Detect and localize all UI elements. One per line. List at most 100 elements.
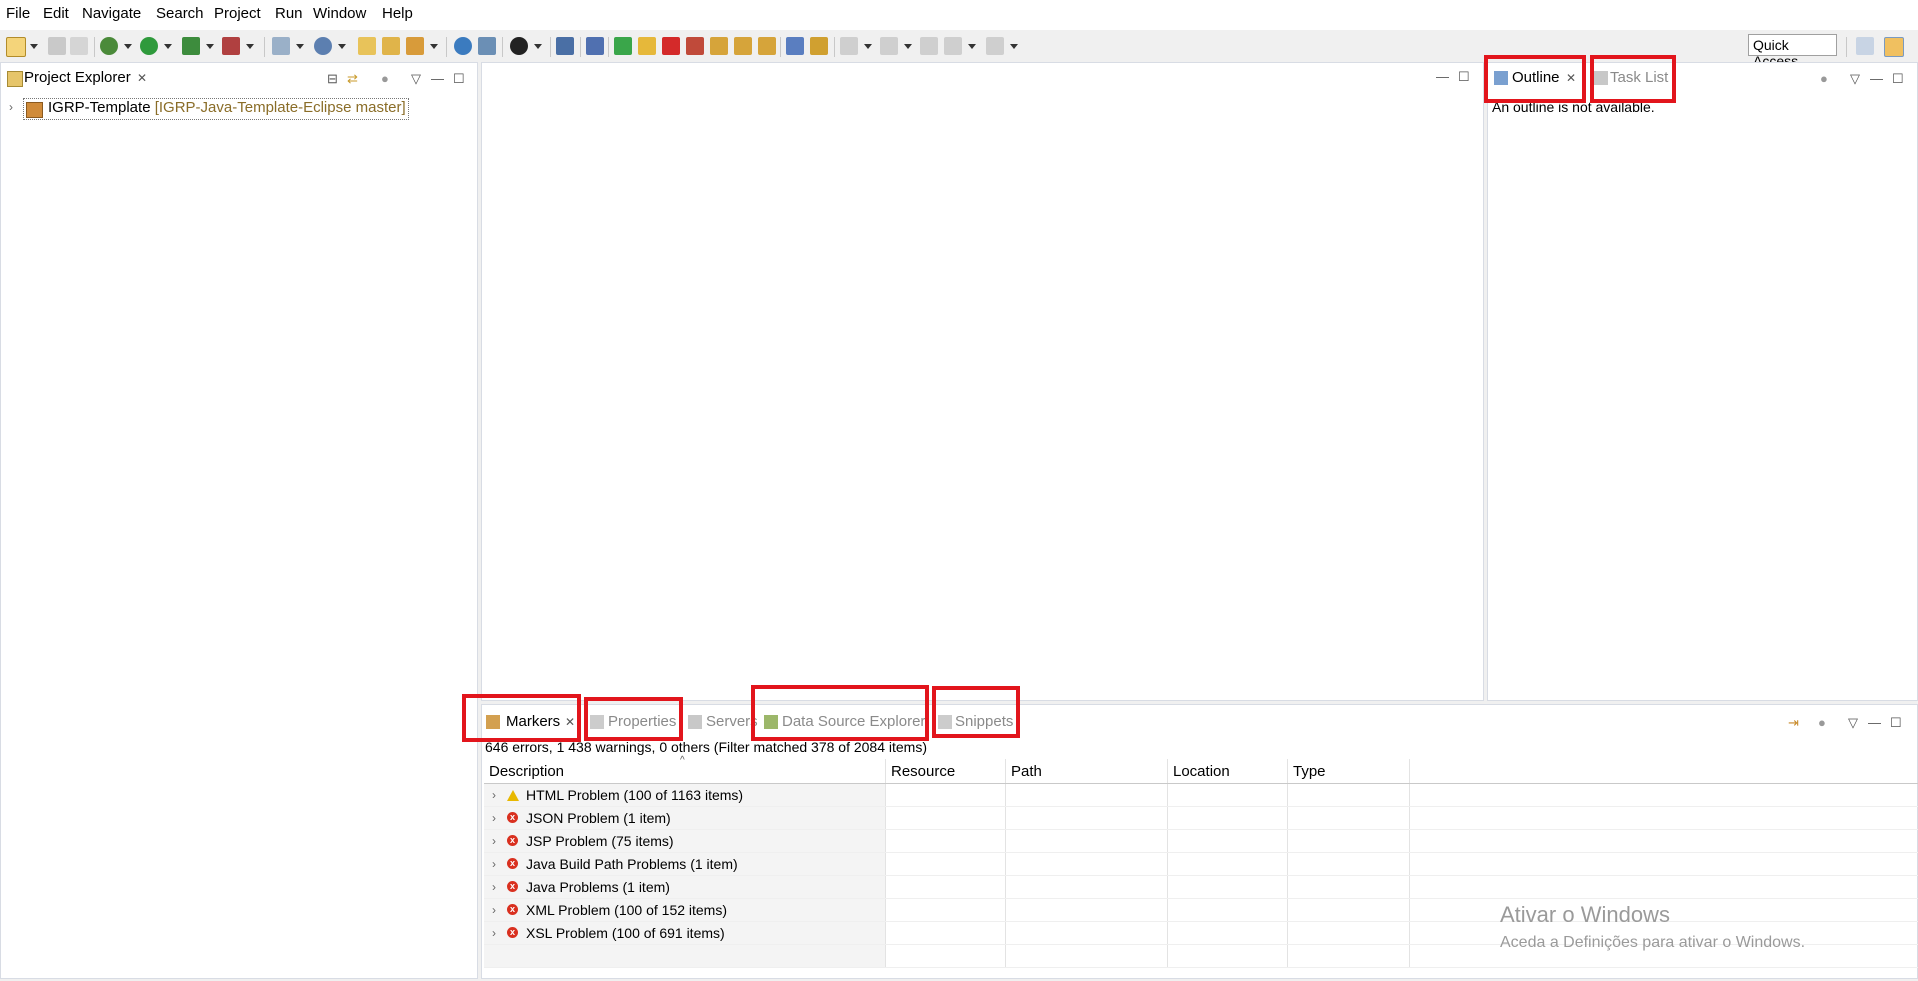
focus-icon[interactable]: ⇥	[1788, 715, 1799, 731]
close-icon[interactable]: ✕	[137, 71, 147, 85]
maximize-icon[interactable]: ☐	[1890, 715, 1902, 731]
highlight-task-list-tab	[1590, 55, 1676, 103]
debug-icon[interactable]	[100, 37, 118, 55]
use-step-filters-icon[interactable]	[786, 37, 804, 55]
globe-icon[interactable]	[454, 37, 472, 55]
project-explorer-panel: Project Explorer ✕ ⊟ ⇄ ● ▽ — ☐ › IGRP-Te…	[0, 62, 478, 979]
project-explorer-tab[interactable]: Project Explorer	[24, 69, 131, 86]
last-edit-icon[interactable]	[920, 37, 938, 55]
table-row[interactable]: › x Java Build Path Problems (1 item)	[484, 852, 1918, 876]
column-path[interactable]: Path	[1005, 759, 1168, 784]
web-dropdown-icon[interactable]	[338, 44, 346, 49]
menu-run[interactable]: Run	[275, 5, 303, 22]
expand-arrow-icon[interactable]: ›	[492, 903, 496, 917]
coverage-dropdown-icon[interactable]	[246, 44, 254, 49]
expand-arrow-icon[interactable]: ›	[492, 834, 496, 848]
open-type-icon[interactable]	[358, 37, 376, 55]
column-resource[interactable]: Resource	[885, 759, 1006, 784]
new-icon[interactable]	[6, 37, 26, 57]
minimize-icon[interactable]: —	[1870, 71, 1883, 86]
table-row[interactable]: › x JSON Problem (1 item)	[484, 806, 1918, 830]
forward-icon[interactable]	[986, 37, 1004, 55]
step-into-icon[interactable]	[710, 37, 728, 55]
console-icon[interactable]	[556, 37, 574, 55]
debug-dropdown-icon[interactable]	[124, 44, 132, 49]
menu-bar: File Edit Navigate Search Project Run Wi…	[0, 0, 1918, 30]
minimize-icon[interactable]: —	[1868, 715, 1881, 730]
open-folder-icon[interactable]	[382, 37, 400, 55]
person-dropdown-icon[interactable]	[534, 44, 542, 49]
coverage-icon[interactable]	[222, 37, 240, 55]
back-icon[interactable]	[944, 37, 962, 55]
expand-arrow-icon[interactable]: ›	[9, 100, 13, 114]
expand-arrow-icon[interactable]: ›	[492, 811, 496, 825]
maximize-icon[interactable]: ☐	[453, 71, 465, 87]
expand-arrow-icon[interactable]: ›	[492, 788, 496, 802]
menu-help[interactable]: Help	[382, 5, 413, 22]
open-perspective-icon[interactable]	[1856, 37, 1874, 55]
expand-arrow-icon[interactable]: ›	[492, 926, 496, 940]
quick-access-field[interactable]: Quick Access	[1748, 34, 1837, 69]
new-dropdown-icon[interactable]	[30, 44, 38, 49]
menu-search[interactable]: Search	[156, 5, 204, 22]
annotation-icon[interactable]	[810, 37, 828, 55]
run-icon[interactable]	[140, 37, 158, 55]
filter-icon[interactable]: ●	[381, 71, 389, 86]
servers-tab[interactable]: Servers	[706, 713, 758, 730]
column-location[interactable]: Location	[1167, 759, 1288, 784]
rocket-icon[interactable]	[406, 37, 424, 55]
run-external-tools-icon[interactable]	[182, 37, 200, 55]
menu-edit[interactable]: Edit	[43, 5, 69, 22]
external-dropdown-icon[interactable]	[206, 44, 214, 49]
save-icon[interactable]	[48, 37, 66, 55]
rocket-dropdown-icon[interactable]	[430, 44, 438, 49]
minimize-icon[interactable]: —	[431, 71, 444, 86]
menu-navigate[interactable]: Navigate	[82, 5, 141, 22]
menu-window[interactable]: Window	[313, 5, 366, 22]
terminate-icon[interactable]	[662, 37, 680, 55]
back-dropdown-icon[interactable]	[968, 44, 976, 49]
column-type[interactable]: Type	[1287, 759, 1410, 784]
outline-filter-icon[interactable]: ●	[1820, 71, 1828, 86]
link-with-editor-icon[interactable]: ⇄	[347, 71, 358, 87]
column-description[interactable]: Description	[484, 759, 886, 784]
markers-filter-icon[interactable]: ●	[1818, 715, 1826, 730]
bottom-tabbar: Markers ✕ Properties Servers Data Source…	[482, 707, 1917, 735]
editor-maximize-icon[interactable]: ☐	[1458, 69, 1470, 85]
search-tool-icon[interactable]	[478, 37, 496, 55]
step-return-icon[interactable]	[758, 37, 776, 55]
skip-breakpoints-icon[interactable]	[586, 37, 604, 55]
server-dropdown-icon[interactable]	[296, 44, 304, 49]
view-menu-icon[interactable]: ▽	[1848, 715, 1858, 731]
new-web-icon[interactable]	[314, 37, 332, 55]
next-annotation-dropdown-icon[interactable]	[864, 44, 872, 49]
save-all-icon[interactable]	[70, 37, 88, 55]
expand-arrow-icon[interactable]: ›	[492, 880, 496, 894]
maximize-icon[interactable]: ☐	[1892, 71, 1904, 87]
java-ee-perspective-icon[interactable]	[1884, 37, 1904, 57]
new-server-icon[interactable]	[272, 37, 290, 55]
person-icon[interactable]	[510, 37, 528, 55]
editor-minimize-icon[interactable]: —	[1436, 69, 1449, 84]
collapse-all-icon[interactable]: ⊟	[327, 71, 338, 87]
forward-dropdown-icon[interactable]	[1010, 44, 1018, 49]
step-over-icon[interactable]	[734, 37, 752, 55]
expand-arrow-icon[interactable]: ›	[492, 857, 496, 871]
previous-annotation-dropdown-icon[interactable]	[904, 44, 912, 49]
menu-file[interactable]: File	[6, 5, 30, 22]
next-annotation-icon[interactable]	[840, 37, 858, 55]
view-menu-icon[interactable]: ▽	[1850, 71, 1860, 87]
table-row[interactable]: › x XML Problem (100 of 152 items)	[484, 898, 1918, 922]
resume-icon[interactable]	[614, 37, 632, 55]
suspend-icon[interactable]	[638, 37, 656, 55]
table-row[interactable]: › x Java Problems (1 item)	[484, 875, 1918, 899]
run-dropdown-icon[interactable]	[164, 44, 172, 49]
table-row[interactable]: › HTML Problem (100 of 1163 items)	[484, 783, 1918, 807]
disconnect-icon[interactable]	[686, 37, 704, 55]
tree-item-project[interactable]: IGRP-Template [IGRP-Java-Template-Eclips…	[23, 98, 409, 120]
project-repo: [IGRP-Java-Template-Eclipse master]	[154, 99, 406, 116]
table-row[interactable]: › x JSP Problem (75 items)	[484, 829, 1918, 853]
view-menu-icon[interactable]: ▽	[411, 71, 421, 87]
previous-annotation-icon[interactable]	[880, 37, 898, 55]
menu-project[interactable]: Project	[214, 5, 261, 22]
